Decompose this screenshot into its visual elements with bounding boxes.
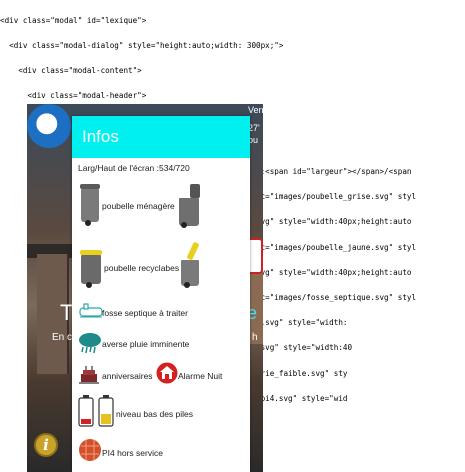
rain-cloud-icon	[79, 333, 101, 354]
screen-dimensions-value: 534/720	[159, 163, 190, 173]
item-label-alarme: Alarme Nuit	[178, 371, 223, 381]
modal-header: Infos	[72, 116, 250, 158]
code-line: <div class="modal-dialog" style="height:…	[0, 42, 284, 51]
septic-tank-icon	[79, 303, 103, 318]
app-subtitle-fragment-right: h	[252, 332, 258, 343]
app-subtitle-fragment: En c	[52, 332, 73, 343]
app-day-fragment: Vendr	[248, 105, 272, 115]
screen-dimensions: Larg/Haut de l'écran :534/720	[78, 163, 190, 173]
grey-bin-open-icon	[178, 184, 202, 228]
birthday-cake-icon	[79, 366, 99, 384]
app-logo-icon	[27, 104, 71, 148]
bin-body	[81, 255, 101, 284]
code-line: <div class="modal-content">	[0, 67, 142, 76]
item-label-pi4: PI4 hors service	[102, 448, 163, 458]
info-button[interactable]: i	[34, 433, 58, 457]
app-weather-fragment: ou	[248, 135, 259, 145]
bin-wheel	[184, 282, 190, 288]
code-line: <div class="modal" id="lexique">	[0, 16, 147, 25]
bin-body	[81, 189, 99, 222]
item-label-pluie: averse pluie imminente	[102, 339, 190, 349]
yellow-bin-open-icon	[180, 241, 202, 288]
yellow-bin-icon	[80, 250, 102, 288]
item-label-anniversaires: anniversaires	[102, 371, 153, 381]
pi4-offline-icon	[79, 439, 101, 461]
infos-modal: Infos Larg/Haut de l'écran :534/720 poub…	[72, 116, 250, 472]
item-label-piles: niveau bas des piles	[116, 409, 194, 419]
item-label-fosse: fosse septique à traiter	[102, 308, 188, 318]
bin-wheel	[181, 222, 187, 228]
app-date-fragment: Vendr 27' ou	[248, 104, 272, 146]
screen-dimensions-label: Larg/Haut de l'écran :	[78, 163, 160, 173]
bin-lid-open	[190, 184, 200, 198]
bin-wheel	[86, 282, 92, 288]
bin-wheel	[85, 220, 91, 226]
item-label-menagere: poubelle ménagère	[102, 201, 175, 211]
code-line: <div class="modal-header">	[0, 92, 147, 101]
night-alarm-icon	[156, 362, 178, 384]
low-battery-icon	[78, 395, 114, 427]
app-temp-fragment: 27'	[248, 123, 260, 133]
bin-lid-open	[186, 241, 200, 261]
modal-title: Infos	[82, 127, 119, 146]
grey-bin-icon	[80, 184, 100, 226]
item-label-recyclables: poubelle recyclabes	[104, 263, 180, 273]
